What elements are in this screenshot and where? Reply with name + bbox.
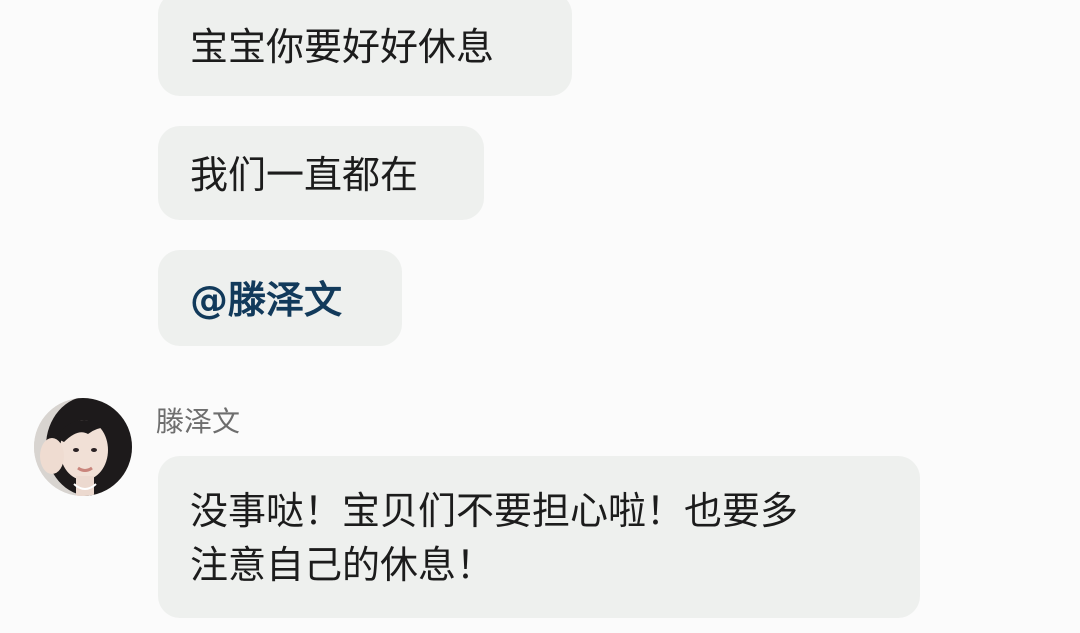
message-bubble[interactable]: 宝宝你要好好休息: [158, 0, 572, 96]
reply-text-line: 注意自己的休息！: [190, 543, 495, 587]
message-text: 宝宝你要好好休息: [190, 25, 495, 69]
reply-bubble[interactable]: 没事哒！宝贝们不要担心啦！也要多 注意自己的休息！: [158, 456, 920, 618]
chat-area: 宝宝你要好好休息 我们一直都在 @滕泽文 滕泽文 没事哒！宝贝们不要担心啦！也要…: [0, 0, 1080, 633]
reply-text-line: 没事哒！宝贝们不要担心啦！也要多: [190, 489, 799, 533]
message-text: 我们一直都在: [190, 153, 419, 197]
message-bubble[interactable]: 我们一直都在: [158, 126, 484, 220]
profile-photo-icon: [34, 398, 132, 496]
message-bubble[interactable]: @滕泽文: [158, 250, 402, 346]
sender-name: 滕泽文: [156, 405, 241, 438]
mention-link[interactable]: @滕泽文: [190, 278, 342, 322]
avatar[interactable]: [34, 398, 132, 496]
